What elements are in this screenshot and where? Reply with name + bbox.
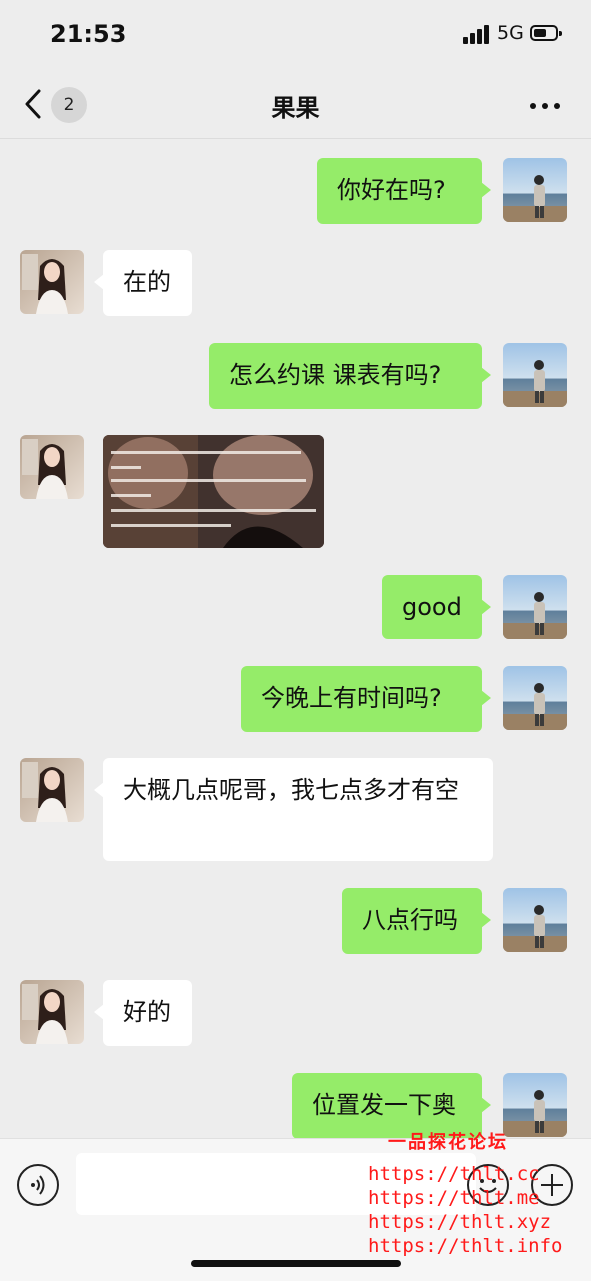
my-avatar[interactable] xyxy=(503,575,567,639)
chat-title: 果果 xyxy=(271,94,320,122)
message-bubble-incoming[interactable]: 好的 xyxy=(94,980,192,1046)
image-message[interactable] xyxy=(103,435,324,548)
more-options-button[interactable] xyxy=(528,92,562,118)
status-time: 21:53 xyxy=(50,20,127,48)
voice-icon xyxy=(31,1175,45,1195)
message-bubble-outgoing[interactable]: 怎么约课 课表有吗? xyxy=(209,343,491,409)
watermark-url: https://thlt.cc xyxy=(368,1163,540,1185)
message-bubble-incoming[interactable]: 在的 xyxy=(94,250,192,316)
back-button[interactable] xyxy=(20,84,50,124)
voice-input-button[interactable] xyxy=(17,1164,59,1206)
chat-header: 2 果果 xyxy=(0,70,591,139)
message-bubble-outgoing[interactable]: 位置发一下奥 xyxy=(292,1073,491,1139)
watermark-url: https://thlt.me xyxy=(368,1187,540,1209)
contact-avatar[interactable] xyxy=(20,758,84,822)
contact-avatar[interactable] xyxy=(20,250,84,314)
battery-icon xyxy=(530,25,562,41)
status-bar: 21:53 5G xyxy=(0,0,591,70)
message-bubble-outgoing[interactable]: 八点行吗 xyxy=(342,888,491,954)
message-bubble-outgoing[interactable]: good xyxy=(382,575,491,639)
my-avatar[interactable] xyxy=(503,888,567,952)
unread-badge: 2 xyxy=(51,87,87,123)
watermark-url: https://thlt.xyz xyxy=(368,1211,552,1233)
my-avatar[interactable] xyxy=(503,343,567,407)
message-bubble-outgoing[interactable]: 你好在吗? xyxy=(317,158,491,224)
my-avatar[interactable] xyxy=(503,666,567,730)
watermark-title: 一品探花论坛 xyxy=(388,1132,508,1153)
message-bubble-outgoing[interactable]: 今晚上有时间吗? xyxy=(241,666,491,732)
network-type: 5G xyxy=(497,22,524,44)
chevron-left-icon xyxy=(25,89,41,119)
message-bubble-incoming[interactable]: 大概几点呢哥，我七点多才有空 xyxy=(94,758,493,861)
my-avatar[interactable] xyxy=(503,158,567,222)
watermark-url: https://thlt.info xyxy=(368,1235,563,1257)
signal-icon xyxy=(463,24,491,44)
contact-avatar[interactable] xyxy=(20,435,84,499)
my-avatar[interactable] xyxy=(503,1073,567,1137)
contact-avatar[interactable] xyxy=(20,980,84,1044)
home-indicator[interactable] xyxy=(191,1260,401,1267)
